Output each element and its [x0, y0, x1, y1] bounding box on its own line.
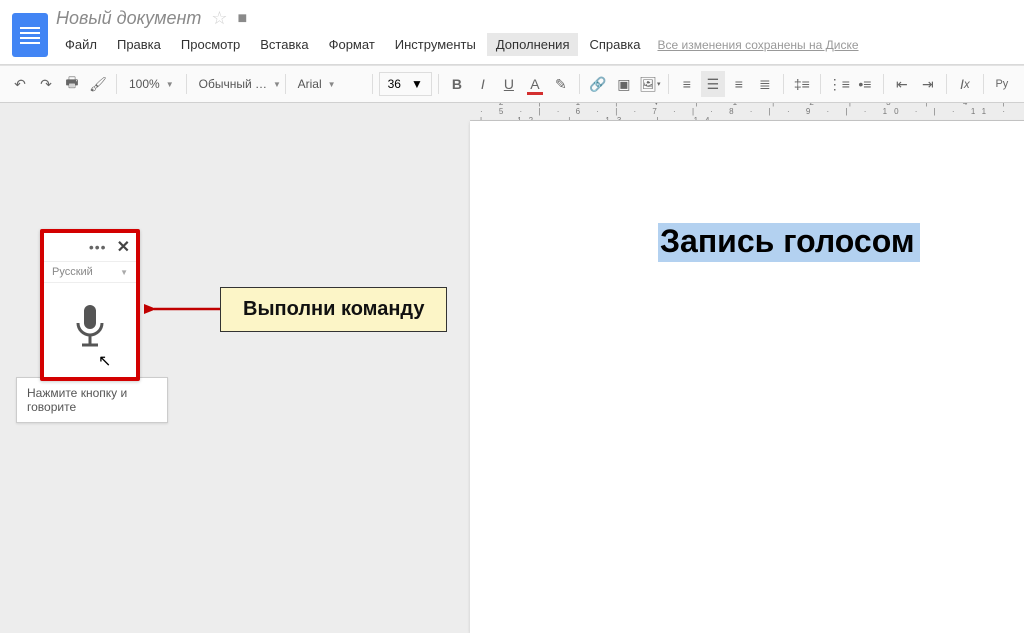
voice-typing-widget: ••• ✕ Русский▼ ↖	[40, 229, 140, 381]
menu-вставка[interactable]: Вставка	[251, 33, 317, 56]
print-button[interactable]: 🖶	[60, 71, 84, 97]
highlight-button[interactable]: ✎	[549, 71, 573, 97]
close-icon[interactable]: ✕	[117, 237, 130, 257]
menu-дополнения[interactable]: Дополнения	[487, 33, 579, 56]
document-title[interactable]: Новый документ	[56, 8, 201, 29]
callout-label: Выполни команду	[220, 287, 447, 332]
menu-просмотр[interactable]: Просмотр	[172, 33, 249, 56]
line-spacing-button[interactable]: ‡≡	[790, 71, 814, 97]
microphone-icon	[66, 301, 114, 355]
italic-button[interactable]: I	[471, 71, 495, 97]
cursor-icon: ↖	[98, 351, 111, 371]
menu-правка[interactable]: Правка	[108, 33, 170, 56]
link-button[interactable]: 🔗	[586, 71, 610, 97]
callout-arrow	[144, 301, 224, 317]
input-method-button[interactable]: Ру	[990, 71, 1014, 97]
ruler: · 2 · | · 1 · | · ▼ · | · 1 · | · 2 · | …	[470, 103, 1024, 121]
microphone-button[interactable]: ↖	[44, 283, 136, 377]
star-icon[interactable]: ☆	[211, 8, 227, 29]
underline-button[interactable]: U	[497, 71, 521, 97]
save-status[interactable]: Все изменения сохранены на Диске	[657, 38, 858, 52]
document-page[interactable]: Запись голосом	[470, 121, 1024, 633]
text-color-button[interactable]: A	[523, 71, 547, 97]
bold-button[interactable]: B	[445, 71, 469, 97]
comment-button[interactable]: ▣	[612, 71, 636, 97]
menu-формат[interactable]: Формат	[320, 33, 384, 56]
menu-инструменты[interactable]: Инструменты	[386, 33, 485, 56]
toolbar: ↶ ↷ 🖶 🖌 100%▼ Обычный …▼ Arial▼ 36▼ B I …	[0, 65, 1024, 103]
folder-icon[interactable]: ■	[238, 10, 248, 28]
menu-файл[interactable]: Файл	[56, 33, 106, 56]
paint-format-button[interactable]: 🖌	[86, 71, 110, 97]
align-right-button[interactable]: ≡	[727, 71, 751, 97]
voice-language-drop[interactable]: Русский▼	[44, 261, 136, 283]
style-drop[interactable]: Обычный …▼	[193, 71, 279, 97]
indent-increase-button[interactable]: ⇥	[916, 71, 940, 97]
undo-button[interactable]: ↶	[8, 71, 32, 97]
indent-decrease-button[interactable]: ⇤	[890, 71, 914, 97]
voice-tooltip: Нажмите кнопку и говорите	[16, 377, 168, 423]
numbered-list-button[interactable]: ⋮≡	[827, 71, 851, 97]
font-drop[interactable]: Arial▼	[292, 71, 366, 97]
image-button[interactable]: 🖼▾	[638, 71, 662, 97]
page-content-text[interactable]: Запись голосом	[658, 223, 920, 262]
redo-button[interactable]: ↷	[34, 71, 58, 97]
align-left-button[interactable]: ≡	[675, 71, 699, 97]
docs-logo[interactable]	[12, 13, 48, 57]
align-center-button[interactable]: ☰	[701, 71, 725, 97]
fontsize-input[interactable]: 36▼	[379, 72, 432, 96]
clear-format-button[interactable]: Ix	[953, 71, 977, 97]
menu-справка[interactable]: Справка	[580, 33, 649, 56]
zoom-drop[interactable]: 100%▼	[123, 71, 180, 97]
more-icon[interactable]: •••	[89, 239, 107, 255]
align-justify-button[interactable]: ≣	[753, 71, 777, 97]
bullet-list-button[interactable]: •≡	[853, 71, 877, 97]
